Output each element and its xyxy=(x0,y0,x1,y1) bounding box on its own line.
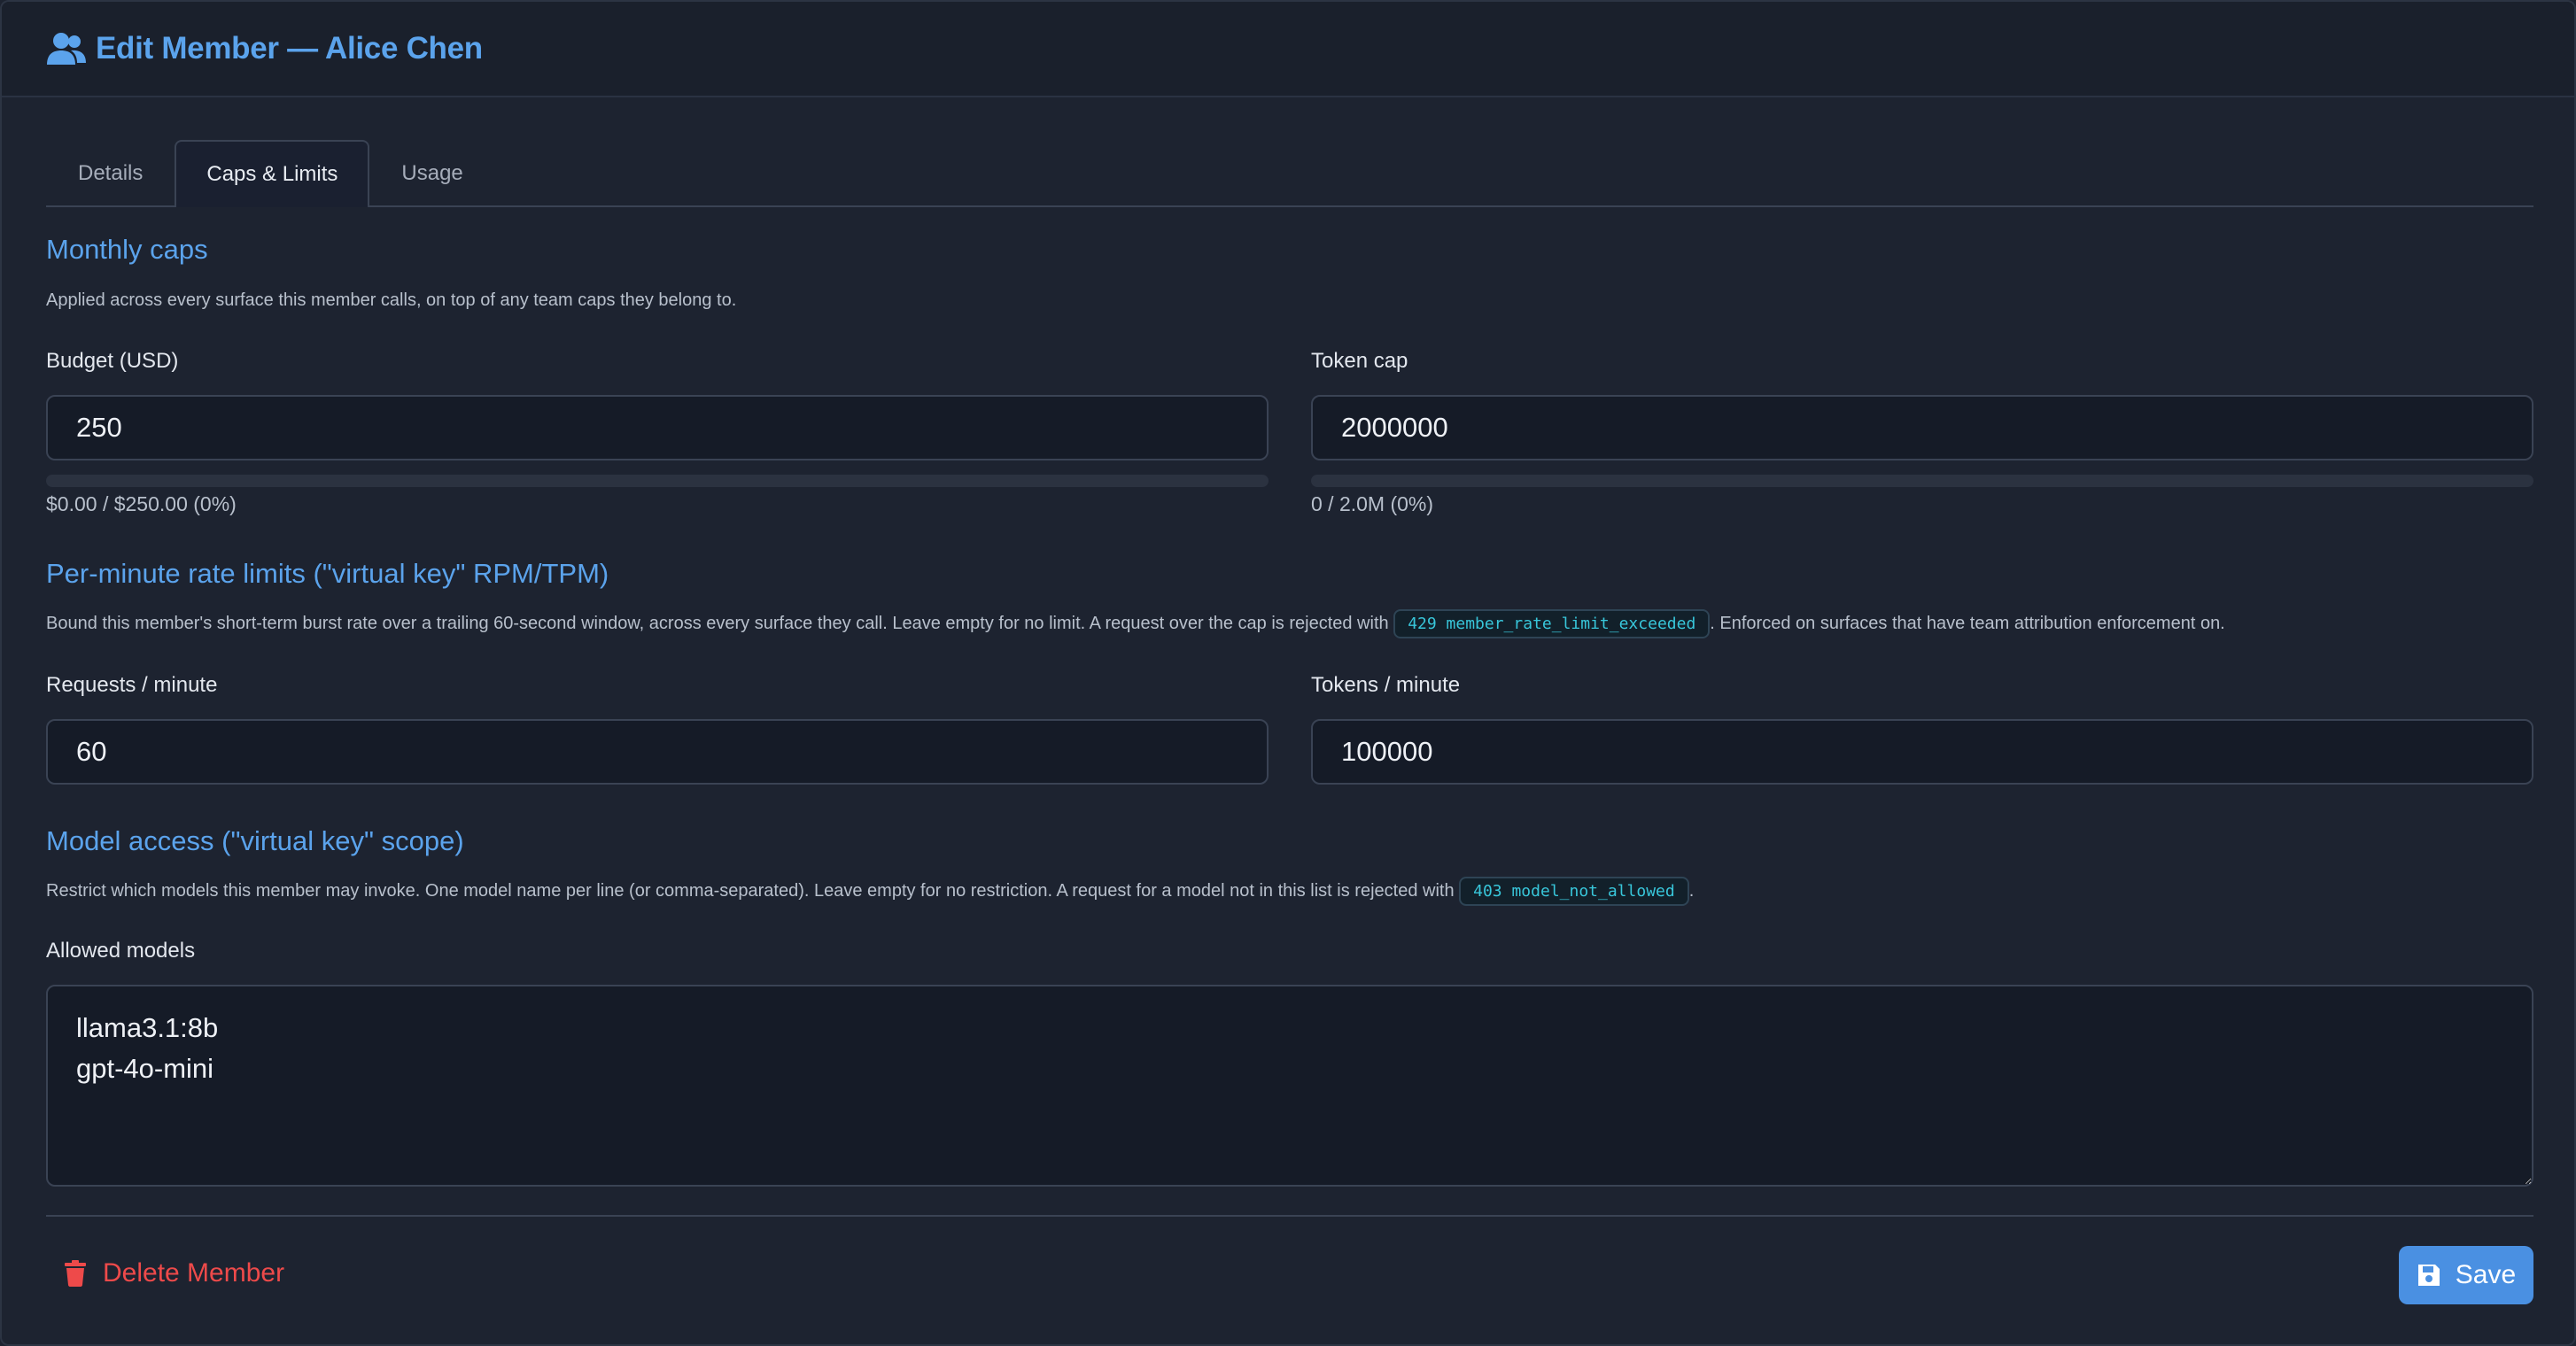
token-cap-input[interactable] xyxy=(1311,395,2533,460)
requests-per-minute-label: Requests / minute xyxy=(46,673,218,697)
rate-limits-description-text: Bound this member's short-term burst rat… xyxy=(46,613,1389,633)
budget-label: Budget (USD) xyxy=(46,349,179,373)
model-access-title: Model access ("virtual key" scope) xyxy=(46,825,464,856)
modal-title: Edit Member — Alice Chen xyxy=(96,31,483,66)
modal-header: Edit Member — Alice Chen xyxy=(2,2,2574,97)
floppy-disk-icon xyxy=(2417,1263,2441,1288)
edit-member-modal: Edit Member — Alice Chen Details Caps & … xyxy=(0,0,2576,1346)
model-access-description-tail: . xyxy=(1688,880,1695,901)
model-access-description-text: Restrict which models this member may in… xyxy=(46,880,1455,901)
users-icon xyxy=(46,31,87,66)
save-label: Save xyxy=(2455,1260,2517,1289)
delete-member-button[interactable]: Delete Member xyxy=(64,1250,284,1296)
model-error-code: 403 model_not_allowed xyxy=(1459,877,1689,906)
tab-caps-limits[interactable]: Caps & Limits xyxy=(175,140,370,207)
trash-icon xyxy=(64,1260,87,1287)
tokens-per-minute-label: Tokens / minute xyxy=(1311,673,1461,697)
tab-details[interactable]: Details xyxy=(46,140,175,205)
delete-member-label: Delete Member xyxy=(103,1258,285,1288)
rate-limits-title: Per-minute rate limits ("virtual key" RP… xyxy=(46,558,609,589)
footer-divider xyxy=(46,1215,2533,1217)
rate-limit-error-code: 429 member_rate_limit_exceeded xyxy=(1393,609,1711,638)
token-cap-progress-bar xyxy=(1311,475,2533,487)
tab-bar: Details Caps & Limits Usage xyxy=(46,140,2533,207)
monthly-caps-description: Applied across every surface this member… xyxy=(46,290,737,310)
budget-input[interactable] xyxy=(46,395,1269,460)
rate-limits-description: Bound this member's short-term burst rat… xyxy=(46,609,2530,638)
tab-usage[interactable]: Usage xyxy=(369,140,494,205)
allowed-models-label: Allowed models xyxy=(46,939,196,963)
budget-progress-text: $0.00 / $250.00 (0%) xyxy=(46,492,237,515)
save-button[interactable]: Save xyxy=(2399,1246,2533,1304)
tokens-per-minute-input[interactable] xyxy=(1311,719,2533,785)
model-access-description: Restrict which models this member may in… xyxy=(46,877,2530,906)
rate-limits-description-tail: . Enforced on surfaces that have team at… xyxy=(1710,613,2225,633)
budget-progress-bar xyxy=(46,475,1269,487)
allowed-models-textarea[interactable] xyxy=(46,985,2533,1187)
requests-per-minute-input[interactable] xyxy=(46,719,1269,785)
monthly-caps-title: Monthly caps xyxy=(46,234,208,265)
token-cap-label: Token cap xyxy=(1311,349,1408,373)
token-cap-progress-text: 0 / 2.0M (0%) xyxy=(1311,492,1434,515)
